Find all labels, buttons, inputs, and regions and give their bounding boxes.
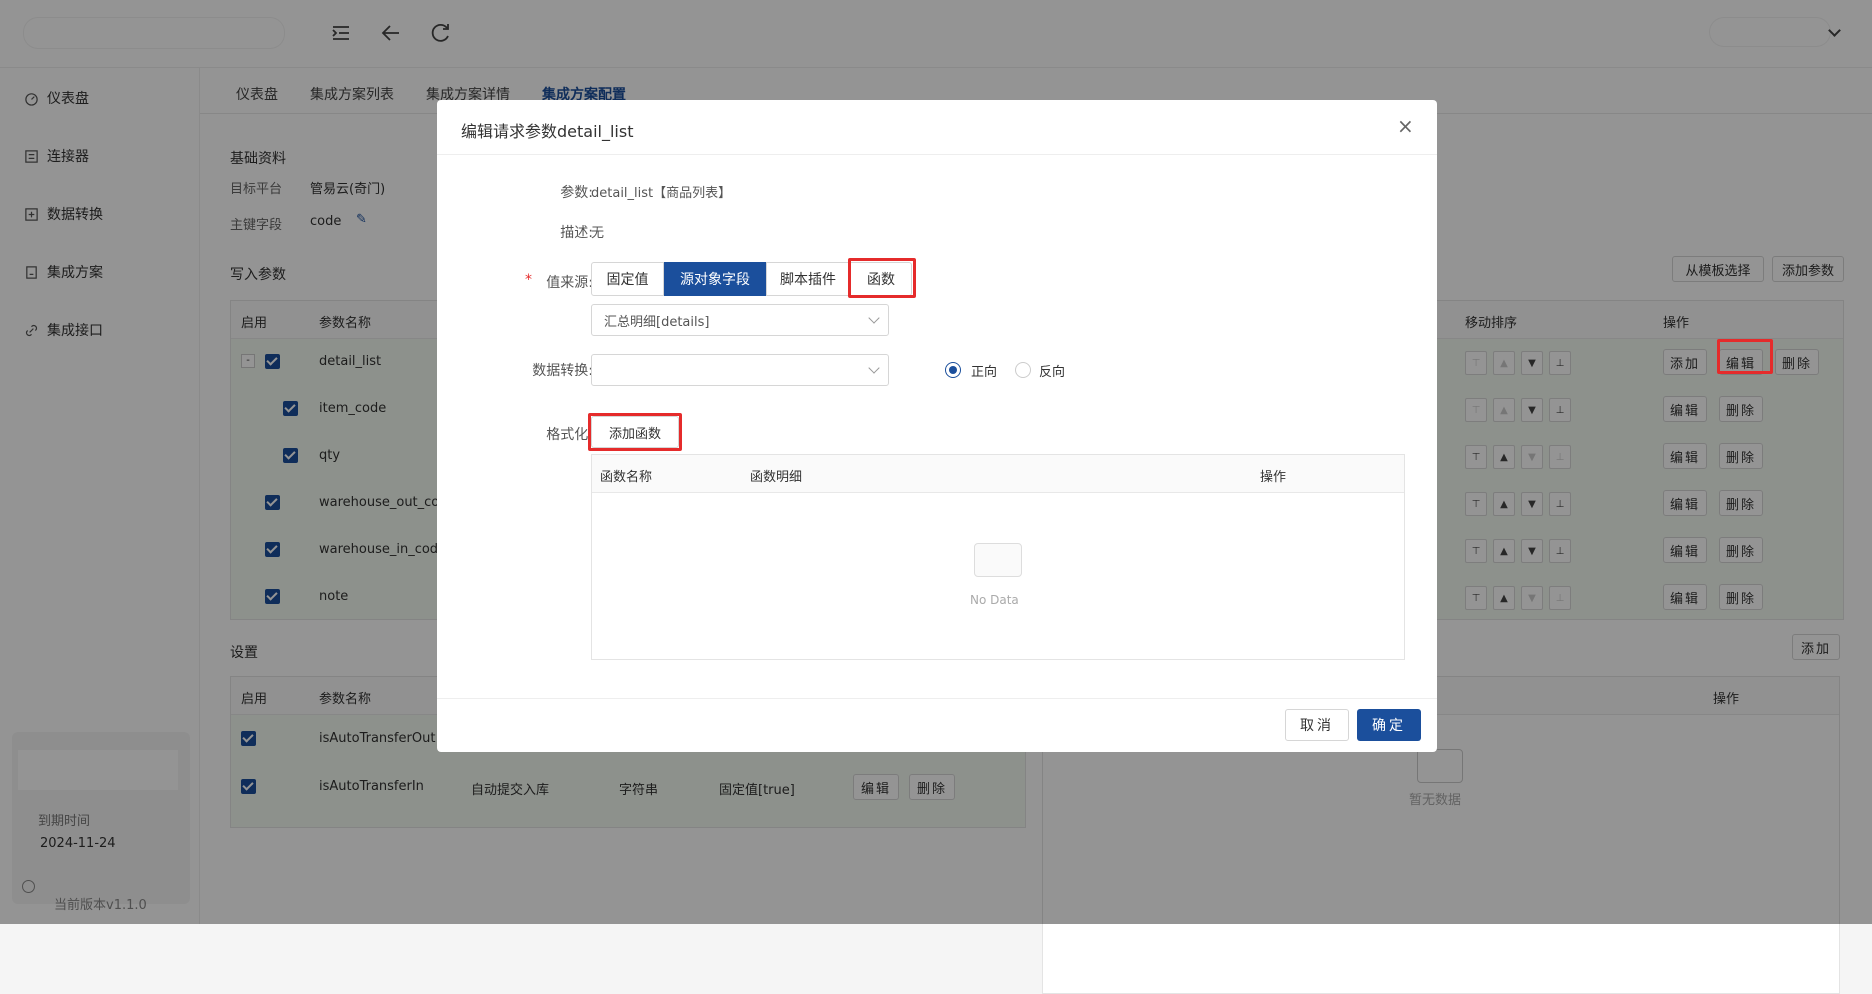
empty-inbox-icon [974,543,1022,577]
edit-param-modal: 编辑请求参数detail_list × 参数: detail_list【商品列表… [437,100,1437,752]
table-header: 函数名称 函数明细 操作 [592,455,1404,493]
desc-label: 描述: [560,225,593,241]
source-field-select[interactable]: 汇总明细[details] [591,304,889,336]
modal-footer: 取消 确定 [437,698,1437,752]
col-func-name: 函数名称 [600,470,653,485]
direction-forward-radio[interactable] [945,362,961,378]
close-icon[interactable]: × [1397,114,1414,138]
source-option-script[interactable]: 脚本插件 [766,262,850,296]
chevron-down-icon [868,312,880,324]
chevron-down-icon [868,362,880,374]
modal-title: 编辑请求参数detail_list [461,122,634,141]
cancel-button[interactable]: 取消 [1285,709,1349,741]
ok-button[interactable]: 确定 [1357,709,1421,741]
col-func-detail: 函数明细 [750,470,803,485]
transform-select[interactable] [591,354,889,386]
source-option-field[interactable]: 源对象字段 [664,262,766,296]
empty-text: No Data [970,593,1019,607]
param-label: 参数: [560,185,593,201]
highlight-box [1717,339,1773,374]
desc-value: 无 [591,226,605,241]
source-label: 值来源: [546,275,593,291]
function-table: 函数名称 函数明细 操作 No Data [591,454,1405,660]
format-label: 格式化: [546,427,593,443]
direction-reverse-radio[interactable] [1015,362,1031,378]
direction-forward-label: 正向 [971,365,998,380]
param-value: detail_list【商品列表】 [591,186,732,201]
transform-label: 数据转换: [532,363,593,379]
select-value: 汇总明细[details] [604,314,710,330]
highlight-box [588,413,682,451]
col-func-ops: 操作 [1260,470,1287,485]
direction-reverse-label: 反向 [1039,365,1066,380]
source-option-fixed[interactable]: 固定值 [591,262,664,296]
highlight-box [848,258,916,298]
modal-header: 编辑请求参数detail_list × [437,100,1437,155]
